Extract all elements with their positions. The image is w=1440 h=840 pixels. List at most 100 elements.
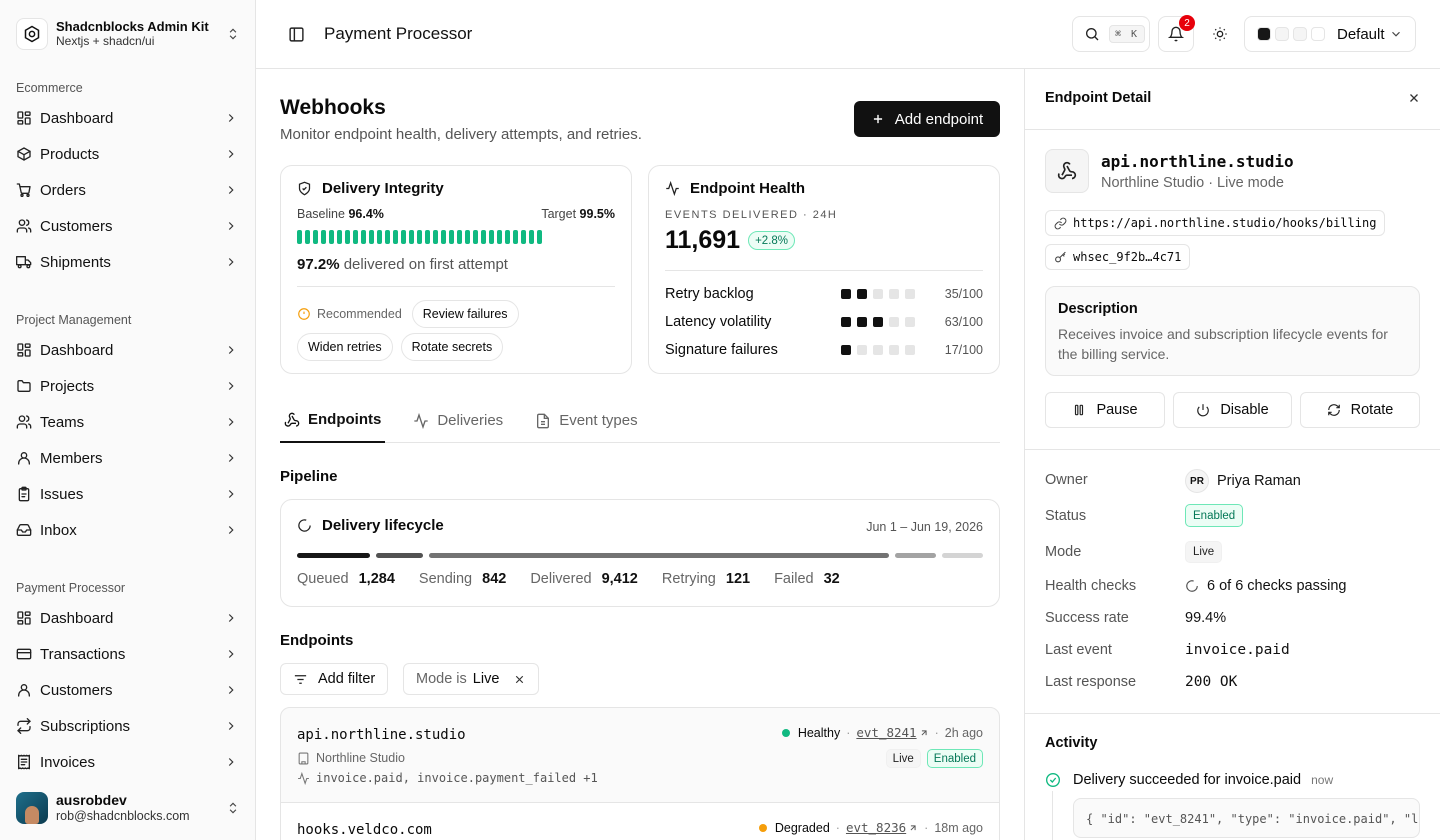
- sidebar-item-issues[interactable]: Issues: [8, 476, 248, 512]
- endpoint-org: Northline Studio: [316, 751, 405, 765]
- widen-retries-button[interactable]: Widen retries: [297, 333, 393, 361]
- sidebar-item-projects[interactable]: Projects: [8, 368, 248, 404]
- activity-item: Delivery succeeded for invoice.paid now: [1045, 772, 1333, 788]
- sidebar-item-inbox[interactable]: Inbox: [8, 512, 248, 548]
- metric-level-square: [857, 345, 867, 355]
- search-button[interactable]: ⌘ K: [1072, 16, 1150, 52]
- last-response-value: 200 OK: [1185, 674, 1238, 690]
- sidebar-item-customers[interactable]: Customers: [8, 672, 248, 708]
- review-failures-button[interactable]: Review failures: [411, 300, 519, 328]
- chevron-right-icon: [224, 219, 238, 233]
- event-link[interactable]: evt_8236: [846, 820, 906, 835]
- theme-select[interactable]: Default: [1244, 16, 1416, 52]
- mode-filter-chip[interactable]: Mode is Live: [403, 663, 540, 695]
- rotate-button[interactable]: Rotate: [1300, 392, 1420, 428]
- sidebar: Shadcnblocks Admin Kit Nextjs + shadcn/u…: [0, 0, 256, 840]
- sidebar-item-invoices[interactable]: Invoices: [8, 744, 248, 780]
- add-endpoint-button[interactable]: Add endpoint: [854, 101, 1000, 137]
- activity-title: Activity: [1045, 735, 1098, 751]
- target-label: Target: [541, 207, 577, 221]
- endpoint-row[interactable]: hooks.veldco.com Degraded · evt_8236 · 1…: [280, 802, 1000, 840]
- disable-button[interactable]: Disable: [1173, 392, 1292, 428]
- close-icon[interactable]: [1407, 91, 1421, 105]
- endpoints-section-title: Endpoints: [280, 632, 354, 649]
- user-menu[interactable]: ausrobdev rob@shadcnblocks.com: [8, 784, 248, 832]
- pause-button[interactable]: Pause: [1045, 392, 1165, 428]
- detail-org-line: Northline Studio · Live mode: [1101, 175, 1284, 191]
- sidebar-item-teams[interactable]: Teams: [8, 404, 248, 440]
- search-shortcut: ⌘ K: [1109, 25, 1146, 43]
- sidebar-item-shipments[interactable]: Shipments: [8, 244, 248, 280]
- users-icon: [16, 414, 32, 430]
- sidebar-item-label: Customers: [40, 217, 113, 235]
- metric-level-square: [889, 317, 899, 327]
- progress-segment: [433, 230, 438, 244]
- plus-icon: [871, 112, 885, 126]
- endpoint-url-chip[interactable]: https://api.northline.studio/hooks/billi…: [1045, 210, 1386, 236]
- sidebar-item-customers[interactable]: Customers: [8, 208, 248, 244]
- sidebar-item-dashboard[interactable]: Dashboard: [8, 332, 248, 368]
- health-checks-label: Health checks: [1045, 578, 1137, 594]
- theme-swatch: [1257, 27, 1271, 41]
- sidebar-item-subscriptions[interactable]: Subscriptions: [8, 708, 248, 744]
- sidebar-item-dashboard[interactable]: Dashboard: [8, 100, 248, 136]
- rotate-secrets-button[interactable]: Rotate secrets: [400, 333, 504, 361]
- sidebar-item-dashboard[interactable]: Dashboard: [8, 600, 248, 636]
- lifecycle-stat-delivered: Delivered 9,412: [530, 571, 638, 587]
- sidebar-item-orders[interactable]: Orders: [8, 172, 248, 208]
- progress-segment: [537, 230, 542, 244]
- team-switcher[interactable]: Shadcnblocks Admin Kit Nextjs + shadcn/u…: [8, 12, 248, 56]
- progress-segment: [513, 230, 518, 244]
- tab-endpoints[interactable]: Endpoints: [280, 398, 386, 443]
- chevron-right-icon: [224, 379, 238, 393]
- chevron-right-icon: [224, 343, 238, 357]
- add-filter-button[interactable]: Add filter: [280, 663, 389, 695]
- event-time: 18m ago: [934, 820, 983, 835]
- progress-segment: [505, 230, 510, 244]
- pause-label: Pause: [1096, 402, 1138, 418]
- sidebar-toggle-icon[interactable]: [284, 22, 308, 46]
- endpoint-detail-panel: Endpoint Detail api.northline.studio Nor…: [1024, 69, 1440, 840]
- webhook-icon: [1045, 149, 1089, 193]
- check-circle-icon: [1045, 772, 1061, 788]
- chevron-right-icon: [224, 147, 238, 161]
- sidebar-group-label: Payment Processor: [16, 581, 126, 595]
- theme-toggle-sun-icon[interactable]: [1208, 22, 1232, 46]
- status-text: Healthy: [797, 725, 841, 740]
- event-link[interactable]: evt_8241: [856, 725, 916, 740]
- mode-label: Mode: [1045, 544, 1082, 560]
- enabled-badge: Enabled: [926, 749, 983, 768]
- user-icon: [16, 682, 32, 698]
- metric-level-square: [857, 317, 867, 327]
- layout-dashboard-icon: [16, 610, 32, 626]
- tab-event-types[interactable]: Event types: [531, 398, 641, 443]
- rotate-label: Rotate: [1350, 402, 1394, 418]
- endpoint-row[interactable]: api.northline.studio Northline Studio in…: [280, 707, 1000, 803]
- last-event-label: Last event: [1045, 642, 1112, 658]
- notifications-button[interactable]: 2: [1158, 15, 1195, 52]
- sidebar-item-products[interactable]: Products: [8, 136, 248, 172]
- activity-icon: [297, 771, 310, 785]
- power-icon: [1196, 403, 1210, 417]
- sidebar-item-members[interactable]: Members: [8, 440, 248, 476]
- owner-avatar: PR: [1185, 469, 1209, 493]
- progress-segment: [497, 230, 502, 244]
- credit-card-icon: [16, 646, 32, 662]
- delivery-lifecycle-card: Delivery lifecycle Jun 1 – Jun 19, 2026 …: [280, 499, 1000, 607]
- chevron-right-icon: [224, 755, 238, 769]
- sidebar-item-transactions[interactable]: Transactions: [8, 636, 248, 672]
- loader-icon: [297, 518, 312, 533]
- close-icon[interactable]: [513, 673, 526, 686]
- progress-segment: [385, 230, 390, 244]
- page-breadcrumb-title: Payment Processor: [324, 24, 473, 43]
- signing-secret-chip[interactable]: whsec_9f2b…4c71: [1045, 244, 1191, 270]
- metric-label: Retry backlog: [665, 286, 754, 302]
- tab-deliveries[interactable]: Deliveries: [409, 398, 507, 443]
- endpoint-host: api.northline.studio: [297, 727, 466, 743]
- progress-segment: [393, 230, 398, 244]
- status-badge: Enabled: [1185, 504, 1244, 527]
- metric-level-square: [841, 317, 851, 327]
- status-dot: [758, 823, 767, 832]
- sidebar-item-label: Invoices: [40, 753, 96, 771]
- target-value: 99.5%: [579, 207, 615, 221]
